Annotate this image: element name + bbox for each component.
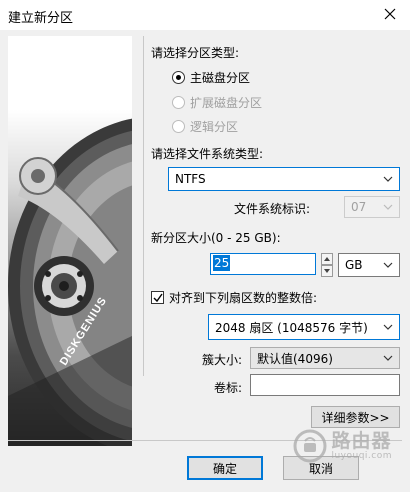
ok-button[interactable]: 确定 bbox=[187, 456, 263, 480]
ok-button-label: 确定 bbox=[212, 461, 237, 476]
radio-logical-partition[interactable]: 逻辑分区 bbox=[172, 118, 238, 135]
filesystem-id-value: 07 bbox=[351, 200, 367, 214]
partition-size-input[interactable]: 25 bbox=[210, 253, 316, 275]
align-checkbox[interactable]: 对齐到下列扇区数的整数倍: bbox=[151, 289, 317, 306]
title-bar: 建立新分区 bbox=[0, 0, 410, 30]
radio-logical-label: 逻辑分区 bbox=[190, 120, 239, 134]
details-button-label: 详细参数>> bbox=[321, 410, 390, 425]
volume-label: 卷标: bbox=[214, 381, 243, 395]
alignment-select[interactable]: 2048 扇区 (1048576 字节) bbox=[208, 314, 400, 340]
partition-size-value: 25 bbox=[213, 255, 231, 271]
partition-size-spinner[interactable] bbox=[321, 253, 333, 277]
chevron-down-icon bbox=[383, 262, 393, 268]
details-button[interactable]: 详细参数>> bbox=[311, 406, 400, 428]
router-logo-icon bbox=[293, 429, 327, 463]
alignment-value: 2048 扇区 (1048576 字节) bbox=[215, 320, 368, 335]
vertical-divider bbox=[143, 36, 144, 376]
chevron-down-icon bbox=[383, 176, 393, 182]
partition-type-label: 请选择分区类型: bbox=[151, 46, 240, 60]
radio-selected-icon bbox=[172, 71, 185, 84]
watermark: 路由器 luyouqi.com bbox=[293, 429, 392, 463]
align-checkbox-label: 对齐到下列扇区数的整数倍: bbox=[169, 291, 318, 305]
hard-disk-image: DISKGENIUS bbox=[8, 36, 132, 446]
partition-size-label: 新分区大小(0 - 25 GB): bbox=[151, 231, 281, 245]
cluster-size-value: 默认值(4096) bbox=[257, 351, 333, 366]
filesystem-id-label: 文件系统标识: bbox=[234, 202, 311, 216]
watermark-url: luyouqi.com bbox=[331, 450, 392, 461]
chevron-down-icon bbox=[383, 204, 393, 210]
chevron-down-icon bbox=[383, 324, 393, 330]
filesystem-id-select[interactable]: 07 bbox=[344, 196, 400, 218]
checkmark-icon bbox=[151, 291, 164, 304]
spin-up-icon[interactable] bbox=[321, 253, 333, 265]
size-unit-select[interactable]: GB bbox=[338, 253, 400, 277]
close-icon[interactable] bbox=[376, 2, 404, 26]
radio-unselected-icon bbox=[172, 96, 185, 109]
radio-extended-label: 扩展磁盘分区 bbox=[190, 96, 263, 110]
watermark-text: 路由器 bbox=[331, 429, 392, 452]
window-title: 建立新分区 bbox=[8, 11, 74, 26]
spin-down-icon[interactable] bbox=[321, 265, 333, 277]
radio-unselected-icon bbox=[172, 120, 185, 133]
filesystem-value: NTFS bbox=[175, 172, 206, 186]
volume-label-input[interactable] bbox=[250, 374, 400, 396]
size-unit-value: GB bbox=[345, 258, 363, 272]
radio-primary-partition[interactable]: 主磁盘分区 bbox=[172, 69, 250, 86]
radio-extended-partition[interactable]: 扩展磁盘分区 bbox=[172, 94, 262, 111]
filesystem-select[interactable]: NTFS bbox=[168, 167, 400, 191]
cluster-size-label: 簇大小: bbox=[202, 353, 243, 367]
chevron-down-icon bbox=[383, 355, 393, 361]
radio-primary-label: 主磁盘分区 bbox=[190, 71, 251, 85]
cluster-size-select[interactable]: 默认值(4096) bbox=[250, 347, 400, 369]
filesystem-label: 请选择文件系统类型: bbox=[151, 147, 264, 161]
